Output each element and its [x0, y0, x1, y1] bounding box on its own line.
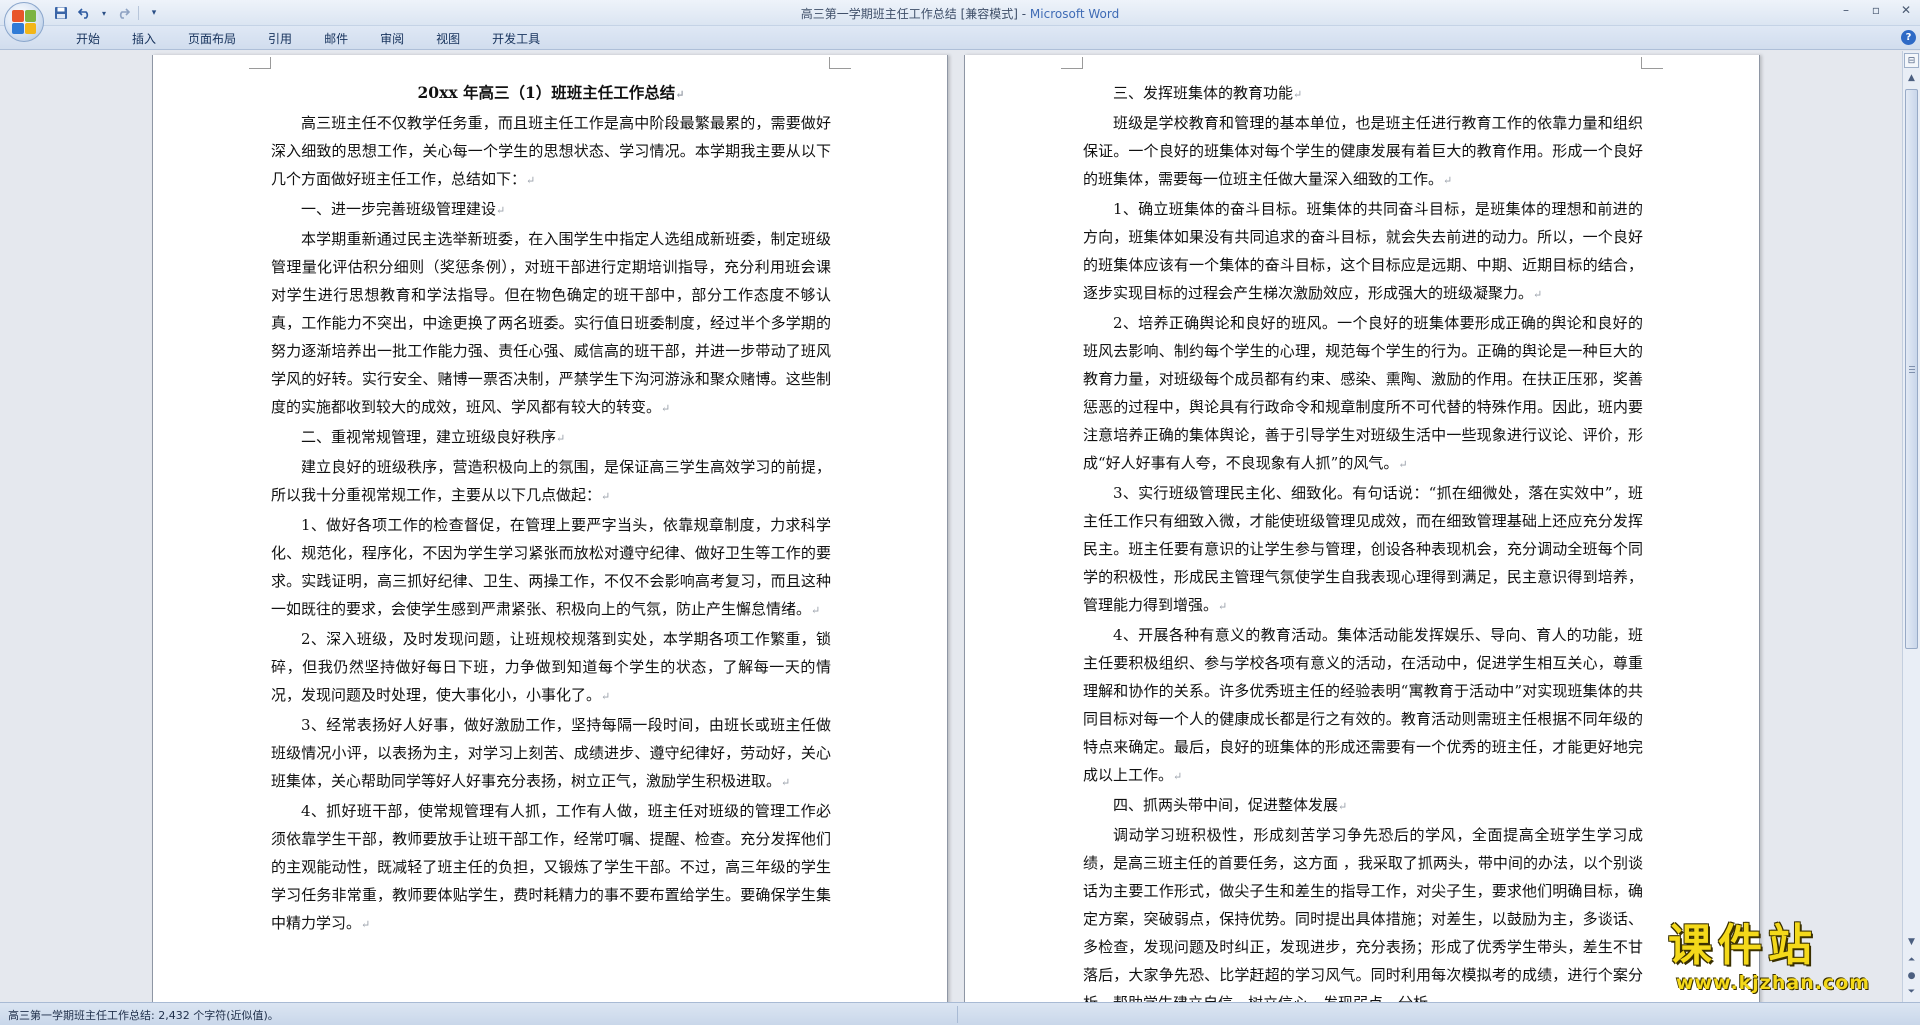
- next-page-icon[interactable]: ⏷: [1904, 985, 1919, 1000]
- tab-insert[interactable]: 插入: [116, 30, 172, 48]
- ribbon-tabs: 开始 插入 页面布局 引用 邮件 审阅 视图 开发工具: [60, 30, 556, 48]
- paragraph: 高三班主任不仅教学任务重，而且班主任工作是高中阶段最繁最累的，需要做好深入细致的…: [271, 114, 831, 188]
- section-heading: 一、进一步完善班级管理建设↵: [301, 200, 506, 218]
- view-ruler-icon[interactable]: ⊟: [1904, 53, 1919, 68]
- previous-page-icon[interactable]: ⏶: [1904, 953, 1919, 968]
- tab-references[interactable]: 引用: [252, 30, 308, 48]
- window-controls: – ▫ ✕: [1838, 3, 1914, 17]
- paragraph: 建立良好的班级秩序，营造积极向上的氛围，是保证高三学生高效学习的前提，所以我十分…: [271, 458, 831, 504]
- office-logo-icon: [12, 10, 36, 34]
- app-name: Microsoft Word: [1029, 7, 1120, 21]
- paragraph: 2、深入班级，及时发现问题，让班规校规落到实处，本学期各项工作繁重，锁碎，但我仍…: [271, 630, 831, 704]
- title-bar: ▾ ▾ 高三第一学期班主任工作总结 [兼容模式] - Microsoft Wor…: [0, 0, 1920, 42]
- document-page-left[interactable]: 20xx 年高三（1）班班主任工作总结↵ 高三班主任不仅教学任务重，而且班主任工…: [152, 55, 948, 1002]
- office-button[interactable]: [4, 2, 44, 42]
- document-name: 高三第一学期班主任工作总结 [兼容模式] -: [800, 7, 1030, 21]
- section-heading: 四、抓两头带中间，促进整体发展↵: [1113, 796, 1348, 814]
- tab-review[interactable]: 审阅: [364, 30, 420, 48]
- help-icon[interactable]: ?: [1901, 30, 1916, 45]
- minimize-icon[interactable]: –: [1838, 3, 1854, 17]
- crop-mark: [249, 57, 271, 69]
- tab-page-layout[interactable]: 页面布局: [172, 30, 252, 48]
- section-heading: 二、重视常规管理，建立班级良好秩序↵: [301, 428, 566, 446]
- window-title: 高三第一学期班主任工作总结 [兼容模式] - Microsoft Word: [0, 5, 1920, 22]
- tab-home[interactable]: 开始: [60, 30, 116, 48]
- page-text-column: 20xx 年高三（1）班班主任工作总结↵ 高三班主任不仅教学任务重，而且班主任工…: [271, 79, 831, 939]
- maximize-icon[interactable]: ▫: [1868, 3, 1884, 17]
- grip-icon: [1909, 366, 1915, 374]
- browse-object-icon[interactable]: ●: [1904, 969, 1919, 984]
- watermark-title: 课件站: [1668, 920, 1818, 971]
- paragraph: 4、开展各种有意义的教育活动。集体活动能发挥娱乐、导向、育人的功能，班主任要积极…: [1083, 626, 1643, 784]
- tab-developer[interactable]: 开发工具: [476, 30, 556, 48]
- crop-mark: [1641, 57, 1663, 69]
- paragraph: 调动学习班积极性，形成刻苦学习争先恐后的学风，全面提高全班学生学习成绩，是高三班…: [1083, 826, 1643, 1002]
- paragraph: 3、经常表扬好人好事，做好激励工作，坚持每隔一段时间，由班长或班主任做班级情况小…: [271, 716, 831, 790]
- paragraph: 本学期重新通过民主选举新班委，在入围学生中指定人选组成新班委，制定班级管理量化评…: [271, 230, 831, 416]
- paragraph: 班级是学校教育和管理的基本单位，也是班主任进行教育工作的依靠力量和组织保证。一个…: [1083, 114, 1643, 188]
- vertical-scrollbar[interactable]: ⊟ ▲ ▼ ⏶ ● ⏷: [1902, 51, 1920, 1002]
- document-page-right[interactable]: 三、发挥班集体的教育功能↵ 班级是学校教育和管理的基本单位，也是班主任进行教育工…: [964, 55, 1760, 1002]
- scroll-down-icon[interactable]: ▼: [1904, 935, 1919, 950]
- watermark-url: www.kjzhan.com: [1676, 972, 1871, 994]
- document-area[interactable]: 20xx 年高三（1）班班主任工作总结↵ 高三班主任不仅教学任务重，而且班主任工…: [0, 51, 1902, 1002]
- scrollbar-thumb[interactable]: [1905, 89, 1918, 649]
- crop-mark: [829, 57, 851, 69]
- scroll-up-icon[interactable]: ▲: [1904, 71, 1919, 86]
- paragraph: 2、培养正确舆论和良好的班风。一个良好的班集体要形成正确的舆论和良好的班风去影响…: [1083, 314, 1643, 472]
- paragraph: 1、确立班集体的奋斗目标。班集体的共同奋斗目标，是班集体的理想和前进的方向，班集…: [1083, 200, 1643, 302]
- crop-mark: [1061, 57, 1083, 69]
- tab-mailings[interactable]: 邮件: [308, 30, 364, 48]
- status-word-count[interactable]: 高三第一学期班主任工作总结: 2,432 个字符(近似值)。: [8, 1007, 279, 1023]
- paragraph: 1、做好各项工作的检查督促，在管理上要严字当头，依靠规章制度，力求科学化、规范化…: [271, 516, 831, 618]
- paragraph: 3、实行班级管理民主化、细致化。有句话说：“抓在细微处，落在实效中”，班主任工作…: [1083, 484, 1643, 614]
- watermark-logo: 课件站 www.kjzhan.com: [1668, 920, 1900, 1002]
- paragraph: 4、抓好班干部，使常规管理有人抓，工作有人做，班主任对班级的管理工作必须依靠学生…: [271, 802, 831, 932]
- status-separator: [957, 1006, 958, 1023]
- document-title: 20xx 年高三（1）班班主任工作总结↵: [417, 83, 685, 102]
- close-icon[interactable]: ✕: [1898, 3, 1914, 17]
- ribbon-tab-row: 开始 插入 页面布局 引用 邮件 审阅 视图 开发工具 ?: [0, 26, 1920, 50]
- status-bar: 高三第一学期班主任工作总结: 2,432 个字符(近似值)。: [0, 1002, 1920, 1025]
- page-text-column: 三、发挥班集体的教育功能↵ 班级是学校教育和管理的基本单位，也是班主任进行教育工…: [1083, 79, 1643, 1002]
- tab-view[interactable]: 视图: [420, 30, 476, 48]
- section-heading: 三、发挥班集体的教育功能↵: [1113, 84, 1303, 102]
